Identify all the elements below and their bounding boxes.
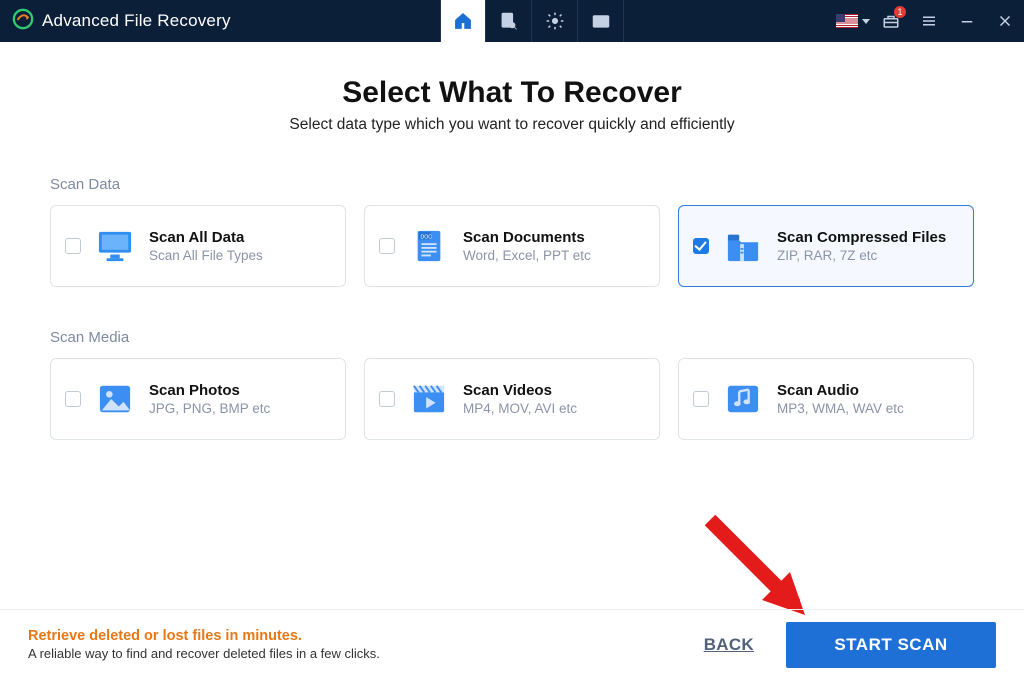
- tab-mail[interactable]: [578, 0, 624, 42]
- card-scan-photos[interactable]: Scan Photos JPG, PNG, BMP etc: [50, 358, 346, 440]
- minimize-icon: [958, 12, 976, 30]
- card-title: Scan Videos: [463, 382, 577, 399]
- checkbox-scan-documents[interactable]: [379, 238, 395, 254]
- minimize-button[interactable]: [948, 0, 986, 42]
- toolbox-button[interactable]: 1: [872, 0, 910, 42]
- card-title: Scan Audio: [777, 382, 904, 399]
- close-button[interactable]: [986, 0, 1024, 42]
- card-scan-compressed[interactable]: Scan Compressed Files ZIP, RAR, 7Z etc: [678, 205, 974, 287]
- mail-icon: [591, 11, 611, 31]
- checkbox-scan-videos[interactable]: [379, 391, 395, 407]
- section-label-media: Scan Media: [50, 329, 974, 346]
- flag-us-icon: [836, 14, 858, 28]
- card-title: Scan Photos: [149, 382, 270, 399]
- monitor-icon: [95, 228, 135, 264]
- card-scan-documents[interactable]: DOC Scan Documents Word, Excel, PPT etc: [364, 205, 660, 287]
- card-sub: Word, Excel, PPT etc: [463, 248, 591, 263]
- app-title: Advanced File Recovery: [42, 11, 231, 31]
- checkbox-scan-compressed[interactable]: [693, 238, 709, 254]
- card-sub: JPG, PNG, BMP etc: [149, 401, 270, 416]
- card-title: Scan Compressed Files: [777, 229, 946, 246]
- audio-icon: [723, 381, 763, 417]
- card-sub: MP3, WMA, WAV etc: [777, 401, 904, 416]
- document-icon: DOC: [409, 228, 449, 264]
- card-scan-audio[interactable]: Scan Audio MP3, WMA, WAV etc: [678, 358, 974, 440]
- card-scan-videos[interactable]: Scan Videos MP4, MOV, AVI etc: [364, 358, 660, 440]
- checkbox-scan-all-data[interactable]: [65, 238, 81, 254]
- tab-file-search[interactable]: [486, 0, 532, 42]
- language-selector[interactable]: [834, 0, 872, 42]
- start-scan-button[interactable]: START SCAN: [786, 622, 996, 668]
- menu-button[interactable]: [910, 0, 948, 42]
- back-button[interactable]: BACK: [704, 635, 754, 655]
- photo-icon: [95, 381, 135, 417]
- checkbox-scan-audio[interactable]: [693, 391, 709, 407]
- page-title: Select What To Recover: [50, 76, 974, 110]
- page-subtitle: Select data type which you want to recov…: [50, 116, 974, 134]
- close-icon: [996, 12, 1014, 30]
- video-icon: [409, 381, 449, 417]
- app-logo-icon: [12, 8, 34, 35]
- svg-text:DOC: DOC: [421, 234, 433, 240]
- gear-icon: [545, 11, 565, 31]
- section-label-data: Scan Data: [50, 176, 974, 193]
- tab-home[interactable]: [440, 0, 486, 42]
- card-sub: MP4, MOV, AVI etc: [463, 401, 577, 416]
- card-title: Scan Documents: [463, 229, 591, 246]
- tab-settings[interactable]: [532, 0, 578, 42]
- card-scan-all-data[interactable]: Scan All Data Scan All File Types: [50, 205, 346, 287]
- notification-badge: 1: [894, 6, 906, 18]
- promo-subtitle: A reliable way to find and recover delet…: [28, 646, 380, 661]
- header-tabs: [440, 0, 624, 42]
- titlebar: Advanced File Recovery 1: [0, 0, 1024, 42]
- hamburger-icon: [920, 12, 938, 30]
- footer: Retrieve deleted or lost files in minute…: [0, 609, 1024, 679]
- card-sub: Scan All File Types: [149, 248, 263, 263]
- card-sub: ZIP, RAR, 7Z etc: [777, 248, 946, 263]
- home-icon: [453, 11, 473, 31]
- file-search-icon: [499, 11, 519, 31]
- zip-icon: [723, 228, 763, 264]
- promo-title: Retrieve deleted or lost files in minute…: [28, 628, 380, 644]
- card-title: Scan All Data: [149, 229, 263, 246]
- chevron-down-icon: [862, 19, 870, 24]
- checkbox-scan-photos[interactable]: [65, 391, 81, 407]
